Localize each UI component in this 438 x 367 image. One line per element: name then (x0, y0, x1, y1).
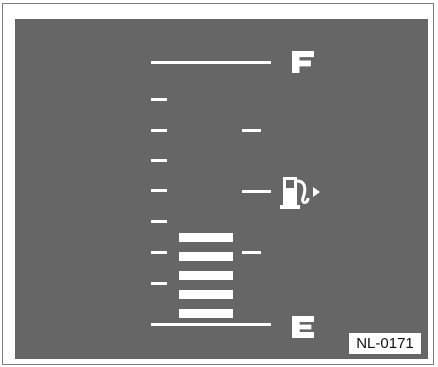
empty-line (151, 323, 271, 326)
left-tick (151, 189, 167, 192)
full-label: F (292, 51, 293, 52)
left-tick (151, 282, 167, 285)
empty-letter-e: E (292, 316, 314, 338)
right-tick (242, 251, 261, 254)
right-tick (242, 190, 271, 193)
fuel-level-segment (179, 309, 233, 318)
image-code: NL-0171 (349, 333, 421, 354)
right-tick (242, 129, 261, 132)
left-tick (151, 220, 167, 223)
empty-label: E (292, 316, 293, 317)
full-line (151, 61, 271, 64)
figure-frame: F E NL-0171 (2, 3, 434, 365)
left-tick (151, 159, 167, 162)
left-tick (151, 251, 167, 254)
fuel-level-segment (179, 252, 233, 261)
fuel-level-segment (179, 233, 233, 242)
left-tick (151, 129, 167, 132)
left-tick (151, 98, 167, 101)
fuel-gauge: F E (15, 19, 428, 359)
full-letter-f: F (292, 51, 314, 73)
fuel-level-segment (179, 271, 233, 280)
fuel-gauge-panel: F E (15, 19, 428, 359)
fuel-level-segment (179, 290, 233, 299)
fuel-pump-icon (280, 177, 320, 209)
